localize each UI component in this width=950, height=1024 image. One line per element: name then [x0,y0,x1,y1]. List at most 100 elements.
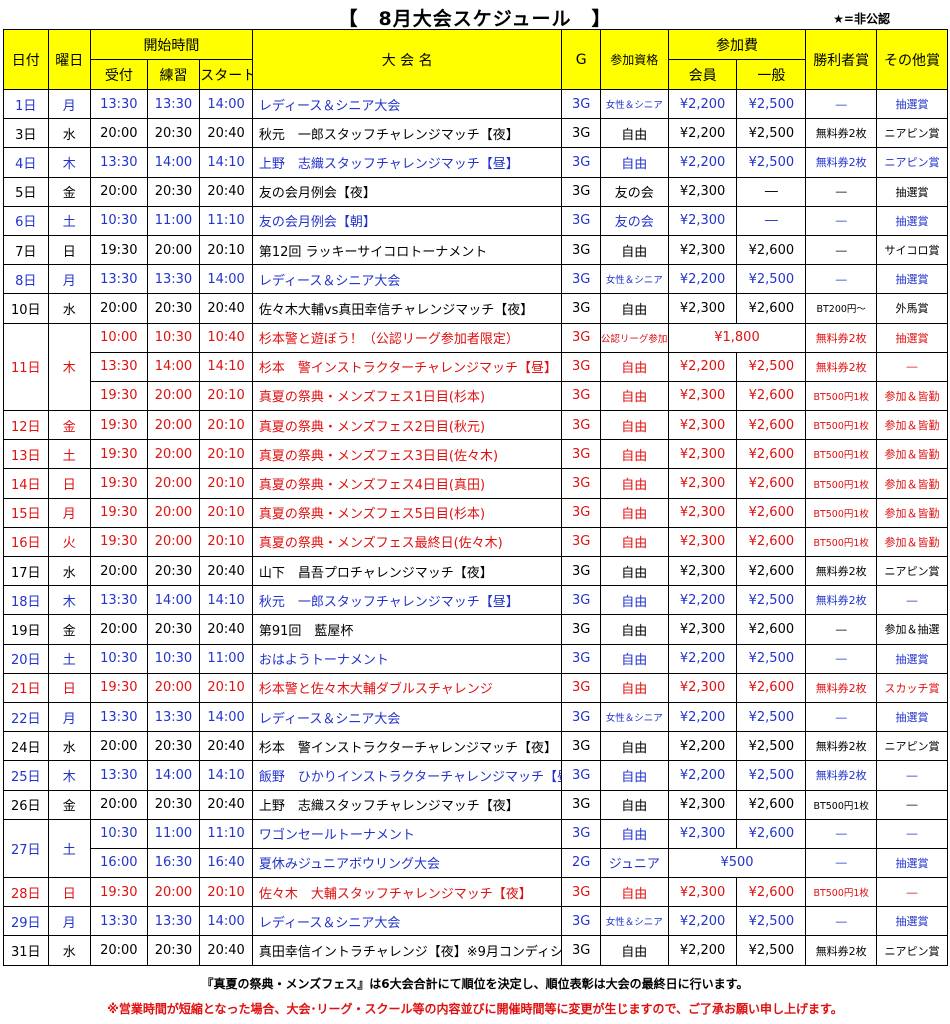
table-row: 11日木 10:00 10:30 10:40 杉本警と遊ぼう！（公認リーグ参加者限定） 3… [3,322,948,412]
game-count-cell: 3G [561,293,601,324]
member-fee-cell: ¥2,300 [667,672,738,703]
member-fee-cell: ¥2,200 [667,585,738,616]
other-prize-cell: サイコロ賞 [876,234,948,266]
weekday-cell: 月 [47,906,92,937]
other-prize-cell: 抽選賞 [876,88,948,120]
practice-time-cell: 20:30 [146,731,201,762]
fee-cell: ¥500 [667,847,807,879]
start-time-cell: 20:10 [199,497,253,528]
table-row: 29日月 13:30 13:30 14:00 レディース＆シニア大会 3G 女性＆シニア ¥2… [3,906,948,937]
member-fee-cell: ¥2,300 [667,526,738,558]
start-time-cell: 14:10 [199,147,253,178]
general-fee-cell: ¥2,600 [736,497,807,528]
date-cell: 20日 [3,643,49,674]
tournament-name-cell: 秋元 一郎スタッフチャレンジマッチ【夜】 [251,118,563,149]
game-count-cell: 3G [561,439,601,470]
game-count-cell: 3G [561,264,601,295]
winner-prize-cell: 無料券2枚 [805,731,878,762]
qualification-cell: ジュニア [599,847,669,879]
tournament-name-cell: 真夏の祭典・メンズフェス3日目(佐々木) [251,439,563,470]
practice-time-cell: 13:30 [146,264,201,295]
start-time-cell: 20:40 [199,789,253,820]
weekday-cell: 水 [47,555,92,587]
practice-time-cell: 20:00 [146,234,201,266]
table-row: 17日水 20:00 20:30 20:40 山下 昌吾プロチャレンジマッチ【夜】 3G 自… [3,555,948,587]
weekday-cell: 火 [47,526,92,558]
reception-time-cell: 19:30 [90,410,148,441]
weekday-cell: 土 [47,643,92,674]
member-fee-cell: ¥2,300 [667,176,738,207]
qualification-cell: 自由 [599,497,669,528]
start-time-cell: 20:10 [199,234,253,266]
other-prize-cell: 抽選賞 [876,643,948,674]
other-prize-cell: ニアピン賞 [876,935,948,966]
winner-prize-cell: BT500円1枚 [805,526,878,558]
reception-time-cell: 20:00 [90,731,148,762]
general-fee-cell: ¥2,600 [736,468,807,499]
other-prize-cell: 抽選賞 [876,264,948,295]
general-fee-cell: ¥2,500 [736,264,807,295]
other-prize-cell: 参加＆皆勤 [876,468,948,499]
other-prize-cell: ニアピン賞 [876,147,948,178]
general-fee-cell: ¥2,600 [736,672,807,703]
reception-time-cell: 19:30 [90,526,148,558]
practice-time-cell: 20:30 [146,789,201,820]
general-fee-cell: ¥2,500 [736,731,807,762]
qualification-cell: 自由 [599,877,669,908]
weekday-cell: 日 [47,468,92,499]
date-cell: 12日 [3,410,49,441]
winner-prize-cell: ― [805,176,878,207]
member-fee-cell: ¥2,300 [667,818,738,849]
member-fee-cell: ¥2,200 [667,351,738,382]
other-prize-cell: スカッチ賞 [876,672,948,703]
reception-time-cell: 13:30 [90,88,148,120]
practice-time-cell: 20:00 [146,468,201,499]
other-prize-cell: ― [876,351,948,382]
winner-prize-cell: ― [805,701,878,733]
table-row: 20日土 10:30 10:30 11:00 おはようトーナメント 3G 自由 ¥2,200 ¥… [3,643,948,674]
game-count-cell: 3G [561,555,601,587]
game-count-cell: 3G [561,88,601,120]
winner-prize-cell: BT500円1枚 [805,410,878,441]
table-row: 7日日 19:30 20:00 20:10 第12回 ラッキーサイコロトーナメント 3G 自… [3,234,948,266]
practice-time-cell: 20:00 [146,380,201,412]
start-time-cell: 20:10 [199,439,253,470]
tournament-name-cell: 真夏の祭典・メンズフェス2日目(秋元) [251,410,563,441]
table-row: 5日金 20:00 20:30 20:40 友の会月例会【夜】 3G 友の会 ¥2,300 ― ―… [3,176,948,207]
general-fee-cell: ¥2,600 [736,526,807,558]
start-time-cell: 14:10 [199,585,253,616]
member-fee-cell: ¥2,300 [667,789,738,820]
qualification-cell: 友の会 [599,176,669,207]
start-time-cell: 20:40 [199,176,253,207]
tournament-name-cell: 真夏の祭典・メンズフェス1日目(杉本) [251,380,563,412]
tournament-name-cell: 友の会月例会【夜】 [251,176,563,207]
practice-time-cell: 20:00 [146,439,201,470]
qualification-cell: 自由 [599,293,669,324]
start-time-cell: 20:40 [199,614,253,645]
member-fee-cell: ¥2,200 [667,147,738,178]
practice-time-cell: 13:30 [146,906,201,937]
fee-cell: ¥1,800 [667,322,807,353]
qualification-cell: 自由 [599,234,669,266]
member-fee-cell: ¥2,200 [667,760,738,791]
tournament-name-cell: 杉本警と佐々木大輔ダブルスチャレンジ [251,672,563,703]
winner-prize-cell: ― [805,205,878,236]
tournament-name-cell: レディース＆シニア大会 [251,701,563,733]
game-count-cell: 3G [561,585,601,616]
reception-time-cell: 13:30 [90,264,148,295]
qualification-cell: 女性＆シニア [599,701,669,733]
practice-time-cell: 20:30 [146,935,201,966]
game-count-cell: 3G [561,906,601,937]
winner-prize-cell: 無料券2枚 [805,147,878,178]
start-time-cell: 14:00 [199,701,253,733]
header-member: 会員 [667,59,738,90]
reception-time-cell: 20:00 [90,935,148,966]
header-practice: 練習 [146,59,201,90]
date-cell: 29日 [3,906,49,937]
game-count-cell: 3G [561,935,601,966]
qualification-cell: 女性＆シニア [599,264,669,295]
reception-time-cell: 10:00 [90,322,148,353]
general-fee-cell: ¥2,600 [736,818,807,849]
practice-time-cell: 13:30 [146,701,201,733]
member-fee-cell: ¥2,300 [667,497,738,528]
